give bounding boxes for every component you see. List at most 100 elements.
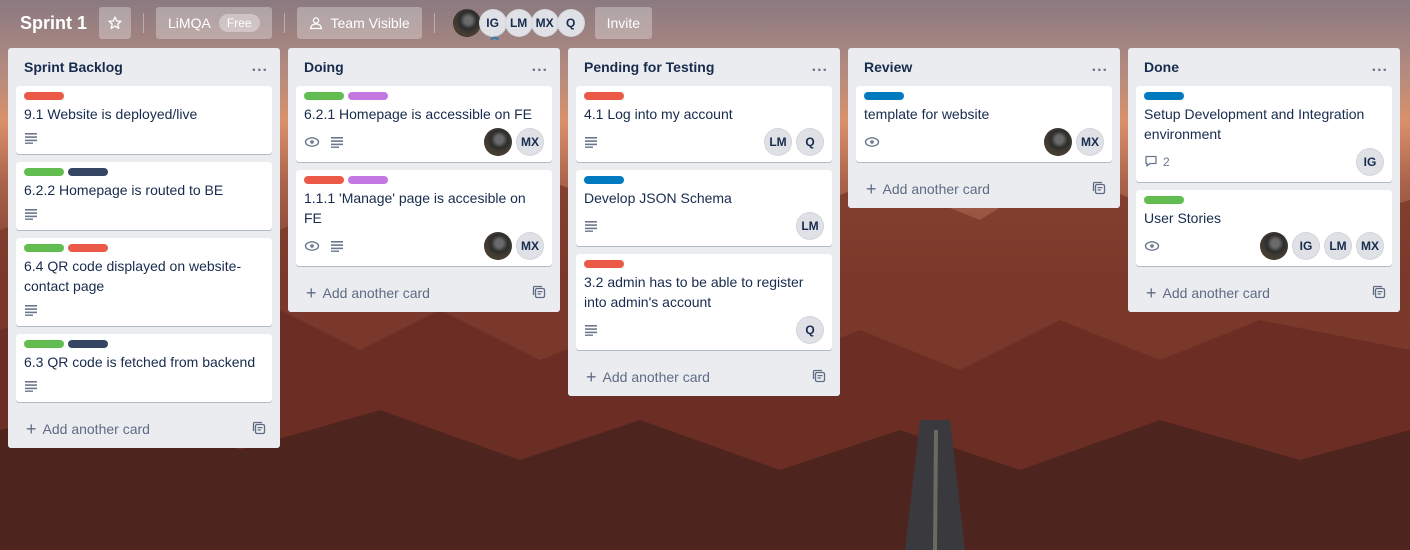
label-navy[interactable] [68,168,108,176]
label-green[interactable] [24,340,64,348]
add-card-button[interactable]: + Add another card [16,410,272,448]
card-member-avatar-photo[interactable] [1044,128,1072,156]
card[interactable]: Setup Development and Integration enviro… [1136,86,1392,182]
card[interactable]: Develop JSON Schema LM [576,170,832,246]
card-title: User Stories [1144,210,1222,226]
header-divider [143,13,145,33]
list-title[interactable]: Doing [304,59,344,75]
card-member-avatar[interactable]: LM [764,128,792,156]
card-member-avatar[interactable]: LM [1324,232,1352,260]
card[interactable]: 1.1.1 'Manage' page is accesible on FE MX [296,170,552,266]
create-from-template-icon[interactable] [812,369,826,386]
card-member-avatar[interactable]: Q [796,128,824,156]
card-member-avatar[interactable]: MX [1076,128,1104,156]
member-avatar-photo[interactable] [452,9,481,37]
label-green[interactable] [24,168,64,176]
label-navy[interactable] [68,340,108,348]
card-member-avatar[interactable]: IG [1292,232,1320,260]
list-header: Done... [1136,48,1392,86]
card-member-avatar-photo[interactable] [484,128,512,156]
visibility-button[interactable]: Team Visible [296,7,422,39]
card-member-avatar-photo[interactable] [484,232,512,260]
list-title[interactable]: Pending for Testing [584,59,714,75]
add-card-button[interactable]: + Add another card [296,274,552,312]
label-blue[interactable] [584,176,624,184]
add-card-label: Add another card [1162,285,1270,301]
create-from-template-icon[interactable] [1092,181,1106,198]
label-red[interactable] [584,260,624,268]
card[interactable]: 6.4 QR code displayed on website-contact… [16,238,272,326]
list-menu-icon[interactable]: ... [532,58,548,76]
list-done: Done... Setup Development and Integration… [1128,48,1400,312]
card[interactable]: User Stories IG LM MX [1136,190,1392,266]
label-blue[interactable] [864,92,904,100]
label-green[interactable] [304,92,344,100]
add-card-button[interactable]: + Add another card [576,358,832,396]
member-avatar-ig[interactable]: IG ︽ [478,9,507,41]
card-labels [24,168,264,176]
list-title[interactable]: Sprint Backlog [24,59,123,75]
list-menu-icon[interactable]: ... [252,58,268,76]
label-red[interactable] [584,92,624,100]
card-labels [864,92,1104,100]
card-member-avatar[interactable]: IG [1356,148,1384,176]
list-menu-icon[interactable]: ... [1372,58,1388,76]
plus-icon: + [1146,283,1157,303]
create-from-template-icon[interactable] [532,285,546,302]
card[interactable]: 6.2.1 Homepage is accessible on FE MX [296,86,552,162]
label-green[interactable] [24,244,64,252]
card-title: 1.1.1 'Manage' page is accesible on FE [304,190,526,226]
card[interactable]: 6.3 QR code is fetched from backend [16,334,272,402]
label-green[interactable] [1144,196,1184,204]
plus-icon: + [866,179,877,199]
card[interactable]: 3.2 admin has to be able to register int… [576,254,832,350]
create-from-template-icon[interactable] [252,421,266,438]
create-from-template-icon[interactable] [1372,285,1386,302]
list-title[interactable]: Review [864,59,912,75]
star-board-button[interactable] [99,7,132,39]
board-title[interactable]: Sprint 1 [12,7,95,39]
card-footer [24,300,264,322]
member-avatar-mx[interactable]: MX [530,9,559,37]
comment-count: 2 [1163,155,1170,169]
card[interactable]: 4.1 Log into my account LM Q [576,86,832,162]
comments-badge: 2 [1144,154,1170,171]
label-red[interactable] [304,176,344,184]
card-badges [864,136,880,148]
card-member-avatar[interactable]: MX [516,232,544,260]
card-badges [24,380,38,392]
description-icon [24,208,38,220]
card-footer: LM [584,212,824,242]
workspace-button[interactable]: LiMQA Free [156,7,272,39]
member-avatar-q[interactable]: Q [556,9,585,37]
label-red[interactable] [24,92,64,100]
header-divider [283,13,285,33]
list-title[interactable]: Done [1144,59,1179,75]
add-card-button[interactable]: + Add another card [856,170,1112,208]
label-blue[interactable] [1144,92,1184,100]
invite-button[interactable]: Invite [594,7,653,39]
card-member-avatar[interactable]: MX [1356,232,1384,260]
list-menu-icon[interactable]: ... [1092,58,1108,76]
card[interactable]: 6.2.2 Homepage is routed to BE [16,162,272,230]
label-red[interactable] [68,244,108,252]
card-member-avatar[interactable]: LM [796,212,824,240]
add-card-button[interactable]: + Add another card [1136,274,1392,312]
card[interactable]: 9.1 Website is deployed/live [16,86,272,154]
card-labels [584,176,824,184]
add-card-label: Add another card [882,181,990,197]
label-purple[interactable] [348,176,388,184]
list-pending-for-testing: Pending for Testing... 4.1 Log into my ac… [568,48,840,396]
label-purple[interactable] [348,92,388,100]
card-member-avatar-photo[interactable] [1260,232,1288,260]
card-labels [1144,92,1384,100]
card-members: LM [796,212,824,240]
card-title: 6.3 QR code is fetched from backend [24,354,256,370]
member-avatar-lm[interactable]: LM [504,9,533,37]
card-member-avatar[interactable]: Q [796,316,824,344]
list-menu-icon[interactable]: ... [812,58,828,76]
card-member-avatar[interactable]: MX [516,128,544,156]
card[interactable]: template for website MX [856,86,1112,162]
watching-eye-icon [1144,240,1160,252]
list-review: Review... template for website MX + Add anot… [848,48,1120,208]
